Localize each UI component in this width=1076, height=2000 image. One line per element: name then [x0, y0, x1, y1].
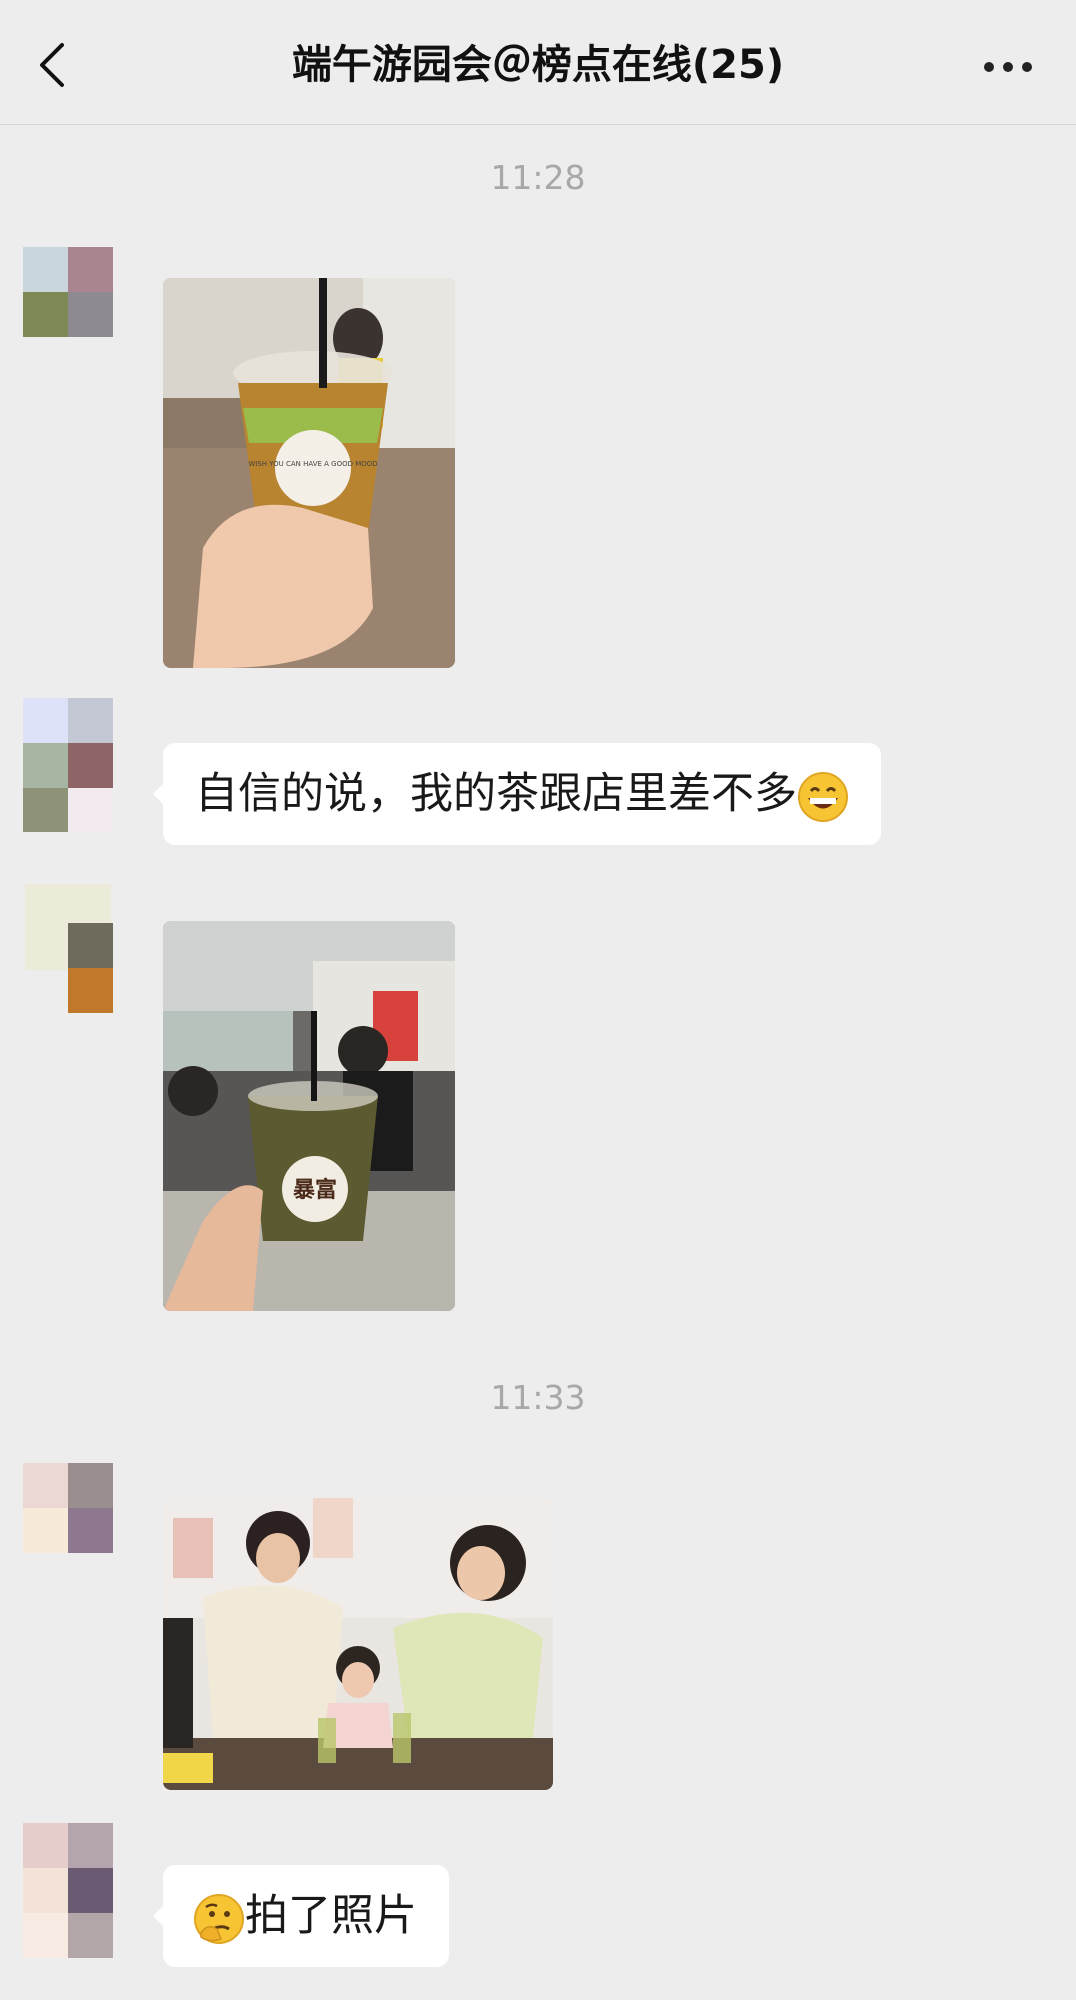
svg-text:暴富: 暴富 [292, 1177, 337, 1203]
photo-women-children [163, 1498, 553, 1790]
chat-header: 端午游园会＠榜点在线(25) [0, 0, 1076, 125]
image-message[interactable] [163, 1498, 553, 1790]
photo-drink-cup: WISH YOU CAN HAVE A GOOD MOOD [163, 278, 455, 668]
image-message[interactable]: WISH YOU CAN HAVE A GOOD MOOD [163, 278, 455, 668]
avatar[interactable] [23, 1463, 113, 1553]
avatar[interactable] [23, 698, 113, 832]
photo-drink-classroom: 暴富 [163, 921, 455, 1311]
message-text: 自信的说，我的茶跟店里差不多 [195, 769, 797, 819]
timestamp: 11:28 [490, 158, 586, 197]
thinking-face-emoji [194, 1893, 244, 1944]
timestamp: 11:33 [490, 1378, 586, 1417]
grinning-face-emoji [798, 771, 848, 822]
message-text: 拍了照片 [245, 1891, 417, 1941]
avatar[interactable] [23, 878, 133, 1013]
svg-text:WISH YOU CAN HAVE A GOOD MOOD: WISH YOU CAN HAVE A GOOD MOOD [248, 460, 377, 468]
ellipsis-icon[interactable] [984, 62, 1032, 72]
text-message[interactable]: 自信的说，我的茶跟店里差不多 [153, 743, 881, 845]
avatar[interactable] [23, 1823, 113, 1958]
avatar[interactable] [23, 247, 113, 337]
avatar-image [23, 878, 133, 1013]
image-message[interactable]: 暴富 [163, 921, 455, 1311]
text-message[interactable]: 拍了照片 [153, 1865, 449, 1967]
chat-title: 端午游园会＠榜点在线(25) [291, 42, 785, 88]
